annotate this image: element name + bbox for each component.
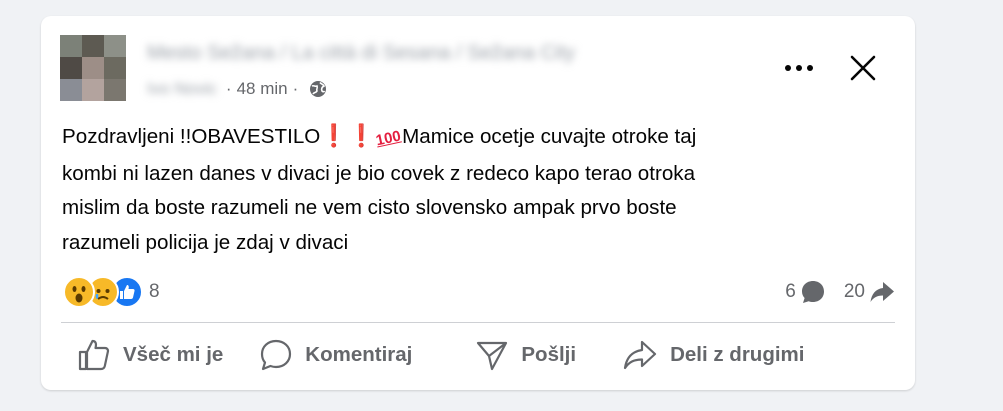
comment-count-value: 6 <box>785 281 796 302</box>
exclamation-emoji: ❗ <box>320 123 348 148</box>
post-text-line-1b: Mamice ocetje cuvajte otroke taj <box>402 125 697 148</box>
author-subname[interactable]: Ivo Novic <box>147 79 217 99</box>
close-button[interactable] <box>843 48 883 88</box>
exclamation-emoji: ❗ <box>347 123 376 148</box>
meta-separator: · <box>292 79 299 98</box>
send-icon <box>477 341 508 371</box>
globe-icon[interactable] <box>309 80 327 98</box>
like-button[interactable]: Všeč mi je <box>77 332 223 378</box>
comment-button[interactable]: Komentiraj <box>259 332 412 378</box>
post-text: Pozdravljeni !!OBAVESTILO❗❗100Mamice oce… <box>62 119 892 260</box>
meta-separator: · <box>225 79 232 98</box>
hundred-points-emoji: 100 <box>374 127 403 150</box>
share-icon <box>623 340 657 370</box>
share-count[interactable]: 20 <box>844 279 895 305</box>
send-button[interactable]: Pošlji <box>475 332 576 378</box>
share-button[interactable]: Deli z drugimi <box>622 332 804 378</box>
post-actions-bar: Všeč mi je Komentiraj Pošlji Deli z drug… <box>61 332 905 378</box>
post-timestamp[interactable]: 48 min <box>237 79 288 99</box>
reaction-count[interactable]: 8 <box>149 281 160 303</box>
share-label: Deli z drugimi <box>670 343 805 366</box>
post-text-line-4: razumeli policija je zdaj v divaci <box>62 230 349 254</box>
close-icon <box>850 55 876 81</box>
post-text-line: Pozdravljeni !!OBAVESTILO❗❗100Mamice oce… <box>62 119 892 157</box>
engagement-stats: 6 20 <box>785 275 895 309</box>
actions-divider <box>61 322 895 323</box>
comment-bubble-icon <box>801 281 824 303</box>
post-text-line-1: Pozdravljeni !!OBAVESTILO <box>62 125 321 148</box>
reaction-summary[interactable]: 8 <box>63 275 160 309</box>
post-meta: Ivo Novic · 48 min · <box>147 77 327 101</box>
wow-reaction-icon <box>63 276 95 308</box>
author-name[interactable]: Mesto Sežana / La città di Sesana / Seža… <box>147 38 707 68</box>
comment-count[interactable]: 6 <box>785 279 826 305</box>
comment-label: Komentiraj <box>305 343 413 366</box>
post-text-line-3: mislim da boste razumeli ne vem cisto sl… <box>62 196 677 219</box>
more-options-button[interactable] <box>779 50 819 86</box>
post-text-line-2: kombi ni lazen danes v divaci je bio cov… <box>62 161 696 185</box>
send-label: Pošlji <box>521 343 577 366</box>
share-count-value: 20 <box>843 281 865 302</box>
thumbs-up-icon <box>78 339 110 371</box>
post-card: Mesto Sežana / La città di Sesana / Seža… <box>41 16 915 390</box>
share-arrow-icon <box>870 282 894 302</box>
like-label: Všeč mi je <box>123 343 224 366</box>
more-dots-icon <box>785 65 813 71</box>
comment-icon <box>261 339 292 371</box>
author-avatar[interactable] <box>60 35 126 101</box>
